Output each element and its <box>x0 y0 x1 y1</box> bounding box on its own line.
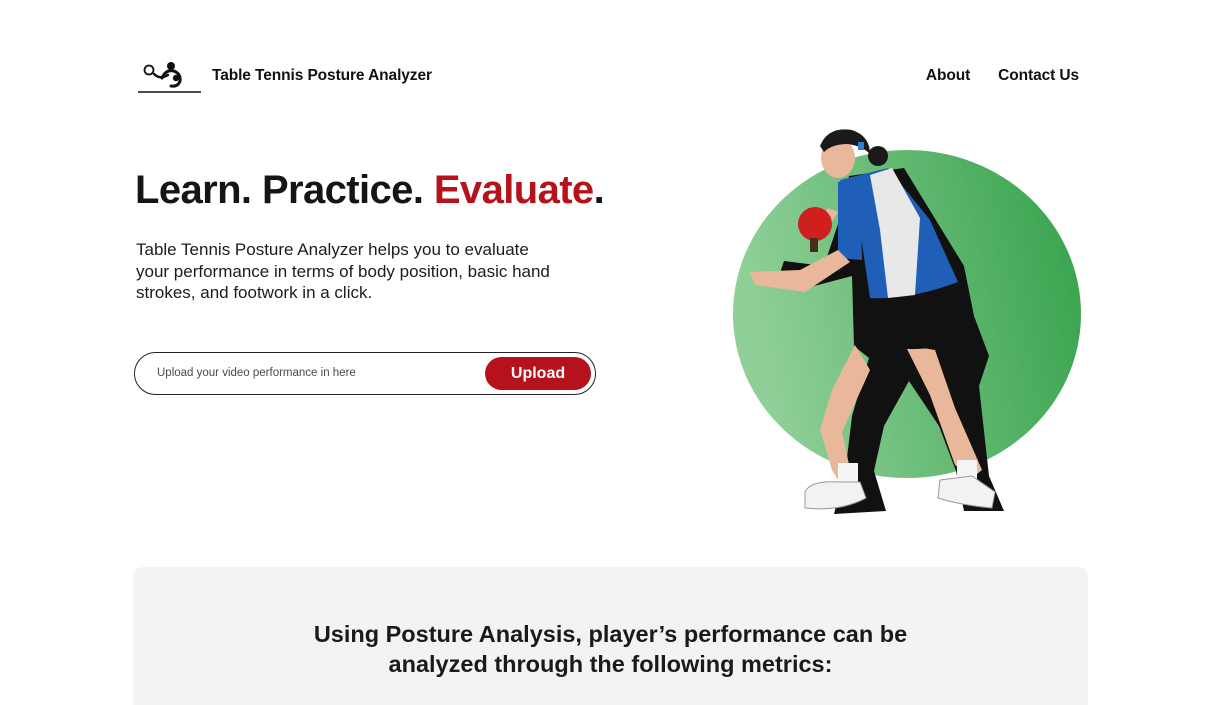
metrics-heading: Using Posture Analysis, player’s perform… <box>133 619 1088 679</box>
main-nav: About Contact Us <box>926 67 1079 85</box>
hero-title-accent: Evaluate <box>433 168 594 212</box>
upload-bar: Upload <box>134 352 596 395</box>
brand-name[interactable]: Table Tennis Posture Analyzer <box>212 67 432 85</box>
upload-input[interactable] <box>157 362 477 384</box>
nav-about[interactable]: About <box>926 67 970 85</box>
ping-pong-player-logo-icon[interactable] <box>138 58 204 96</box>
hero-description: Table Tennis Posture Analyzer helps you … <box>136 240 550 302</box>
table-tennis-player-illustration <box>720 120 1100 530</box>
metrics-section: Using Posture Analysis, player’s perform… <box>133 567 1088 705</box>
metrics-heading-line2: analyzed through the following metrics: <box>388 651 833 677</box>
upload-button[interactable]: Upload <box>485 357 591 390</box>
nav-contact-us[interactable]: Contact Us <box>998 67 1079 85</box>
hero-title-end: . <box>593 168 605 212</box>
hero-title: Learn. Practice. Evaluate. <box>135 168 605 213</box>
hero-title-main: Learn. Practice. <box>135 168 434 212</box>
metrics-heading-line1: Using Posture Analysis, player’s perform… <box>313 621 908 647</box>
